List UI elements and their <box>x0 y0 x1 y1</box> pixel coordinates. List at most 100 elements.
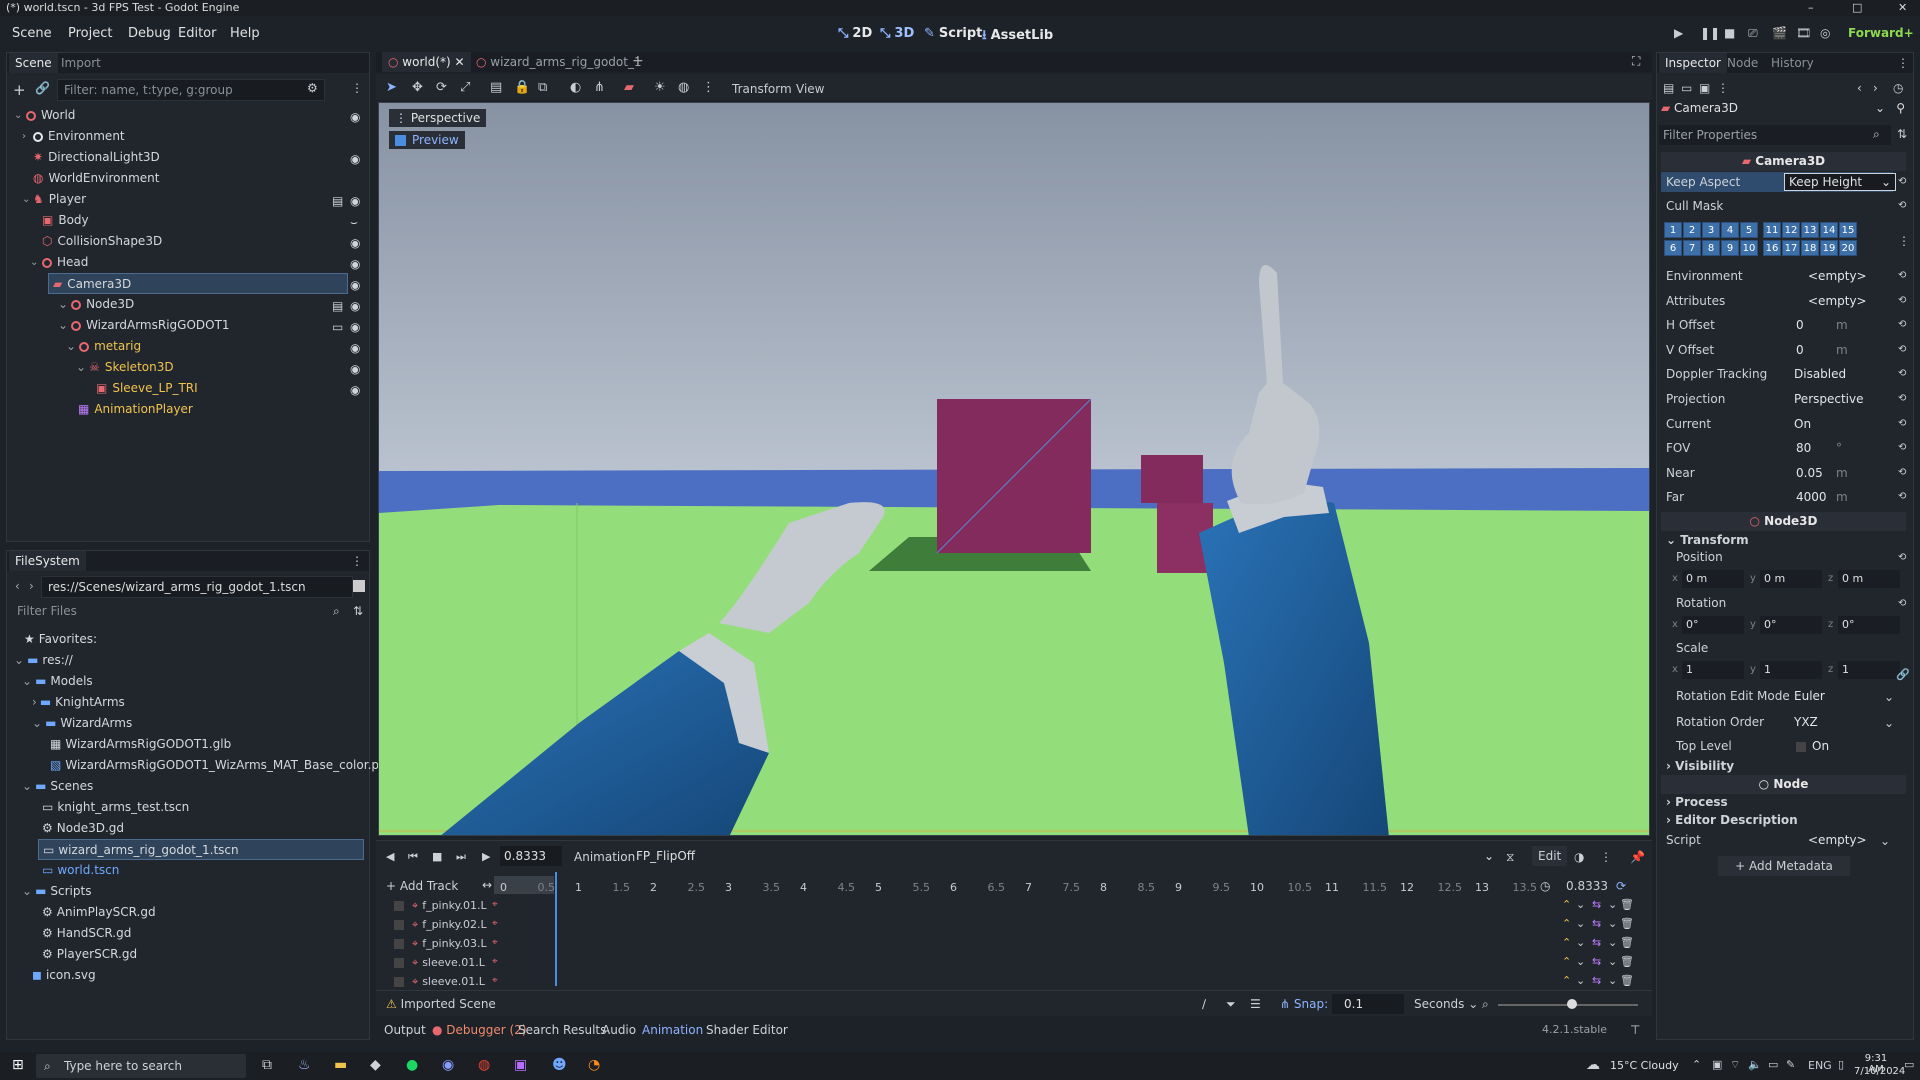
animation-time-field[interactable]: 0.8333 <box>500 846 562 866</box>
cull-mask-layer[interactable]: 20 <box>1839 240 1857 256</box>
play-icon[interactable]: ▶ <box>1674 26 1683 40</box>
revert-icon[interactable]: ⟲ <box>1898 344 1906 355</box>
chevron-down-icon[interactable]: ⌄ <box>58 297 68 311</box>
revert-icon[interactable]: ⟲ <box>1898 442 1906 453</box>
close-window-button[interactable]: ✕ <box>1898 0 1907 16</box>
cull-mask-layer[interactable]: 15 <box>1839 222 1857 238</box>
fs-res-root[interactable]: ⌄ ▬ res:// <box>14 650 73 671</box>
transform-field[interactable]: 0° <box>1838 616 1900 634</box>
filesystem-menu-icon[interactable]: ⋮ <box>351 554 363 568</box>
play-animation-icon[interactable]: ▶ <box>482 850 490 863</box>
chevron-down-icon[interactable]: ⌄ <box>22 779 32 793</box>
delete-icon[interactable]: 🗑 <box>1620 955 1634 968</box>
phone-icon[interactable]: ▯ <box>1838 1058 1844 1071</box>
cull-mask-layer[interactable]: 2 <box>1683 222 1701 238</box>
scale-tool-icon[interactable]: ⤢ <box>460 80 470 95</box>
onion-skin-icon[interactable]: ◑ <box>1574 850 1584 864</box>
filter-properties-input[interactable]: Filter Properties <box>1659 125 1891 145</box>
link-scale-icon[interactable]: 🔗 <box>1896 668 1910 681</box>
chevron-down-icon[interactable]: ⌄ <box>1884 716 1894 730</box>
movie-icon[interactable]: ◎ <box>1820 26 1830 40</box>
chevron-down-icon[interactable]: ⌄ <box>32 716 42 730</box>
transform-field[interactable]: 1 <box>1760 661 1822 679</box>
fs-folder-scenes[interactable]: ⌄ ▬ Scenes <box>22 776 93 797</box>
sun-icon[interactable]: ☀ <box>654 80 666 95</box>
cull-mask-layer[interactable]: 7 <box>1683 240 1701 256</box>
transform-field[interactable]: 0 m <box>1838 570 1900 588</box>
cull-mask-layer[interactable]: 9 <box>1721 240 1739 256</box>
chevron-down-icon[interactable]: ⌄ <box>30 257 38 268</box>
process-section[interactable]: › Process <box>1666 792 1896 812</box>
track-checkbox[interactable] <box>394 901 404 911</box>
keyframe-icon[interactable]: ⌖ <box>492 937 498 948</box>
loop-wrap-icon[interactable]: ⇆ <box>1592 898 1601 911</box>
chevron-down-icon[interactable]: ⌄ <box>1608 974 1617 987</box>
blender-icon[interactable]: ◔ <box>588 1057 600 1073</box>
visibility-eye-icon[interactable]: ◉ <box>350 194 360 208</box>
tree-node-directional-light[interactable]: ✷ DirectionalLight3D <box>33 147 160 168</box>
tree-node-sleeve[interactable]: ▣ Sleeve_LP_TRI <box>96 378 198 399</box>
renderer-select[interactable]: Forward+ <box>1848 26 1914 40</box>
lock-icon[interactable]: 🔒 <box>514 80 530 95</box>
chevron-down-icon[interactable]: ⌄ <box>1608 917 1617 930</box>
tree-node-collision[interactable]: ⬡ CollisionShape3D <box>42 231 162 252</box>
history-back-icon[interactable]: ‹ <box>1857 81 1862 95</box>
transform-field[interactable]: 1 <box>1838 661 1900 679</box>
search-icon[interactable]: ⌕ <box>333 604 340 619</box>
fs-folder-scripts[interactable]: ⌄ ▬ Scripts <box>22 881 91 902</box>
bottom-tab-shader[interactable]: Shader Editor <box>706 1023 788 1037</box>
visibility-eye-icon[interactable]: ◉ <box>350 110 360 124</box>
snap-toggle[interactable]: ⋔ Snap: <box>1280 997 1328 1011</box>
visibility-eye-icon[interactable]: ◉ <box>350 236 360 250</box>
chevron-down-icon[interactable]: ⌄ <box>1884 690 1894 704</box>
pause-icon[interactable]: ❚❚ <box>1700 26 1720 40</box>
snap-field[interactable]: 0.1 <box>1332 994 1404 1014</box>
fs-favorites[interactable]: ★ Favorites: <box>24 629 97 650</box>
animation-select[interactable]: FP_FlipOff ⌄ <box>630 846 1500 866</box>
visibility-section[interactable]: › Visibility <box>1666 756 1896 776</box>
script-attached-icon[interactable]: ▤ <box>332 299 343 313</box>
rotate-tool-icon[interactable]: ⟳ <box>436 80 447 95</box>
revert-icon[interactable]: ⟲ <box>1898 491 1906 502</box>
steam-icon[interactable]: ♨ <box>298 1057 311 1073</box>
chevron-down-icon[interactable]: ⌄ <box>1880 834 1890 848</box>
tray-chevron-icon[interactable]: ⌃ <box>1692 1058 1701 1071</box>
fs-folder-wizardarms[interactable]: ⌄ ▬ WizardArms <box>32 713 132 734</box>
back-icon[interactable]: ‹ <box>15 579 20 593</box>
rotation-order-select[interactable]: YXZ <box>1794 712 1818 732</box>
search-icon[interactable]: ⌕ <box>1873 127 1880 142</box>
play-backwards-icon[interactable]: ◀ <box>386 850 394 863</box>
volume-icon[interactable]: 🔈 <box>1748 1058 1762 1071</box>
animation-button[interactable]: Animation <box>574 850 635 864</box>
interp-icon[interactable]: ⌃ <box>1562 917 1571 930</box>
local-space-icon[interactable]: ◐ <box>570 80 581 95</box>
checkbox-icon[interactable] <box>395 135 406 146</box>
prop-value[interactable]: 4000 <box>1796 487 1827 507</box>
weather-label[interactable]: 15°C Cloudy <box>1610 1059 1679 1072</box>
visibility-eye-icon[interactable]: ◉ <box>350 257 360 271</box>
scene-filter-input[interactable]: Filter: name, t:type, g:group <box>57 79 325 101</box>
transform-menu[interactable]: Transform <box>732 82 792 96</box>
bezier-icon[interactable]: ∕ <box>1202 997 1206 1011</box>
bottom-tab-debugger[interactable]: ● Debugger (2) <box>432 1023 527 1037</box>
object-menu-icon[interactable]: ⚲ <box>1896 101 1905 115</box>
keep-aspect-select[interactable]: Keep Height ⌄ <box>1784 173 1896 191</box>
tree-node-environment[interactable]: Environment <box>33 126 125 147</box>
tab-world[interactable]: ○ world(*) ✕ <box>382 52 471 72</box>
perspective-menu[interactable]: ⋮ Perspective <box>389 109 487 127</box>
revert-icon[interactable]: ⟲ <box>1898 319 1906 330</box>
track-checkbox[interactable] <box>394 920 404 930</box>
menu-editor[interactable]: Editor <box>178 26 216 41</box>
fs-file-world[interactable]: ▭ world.tscn <box>42 860 119 881</box>
clock-date[interactable]: 7/10/2024 <box>1854 1066 1905 1077</box>
fs-file-glb[interactable]: ▦ WizardArmsRigGODOT1.glb <box>50 734 231 755</box>
task-view-icon[interactable]: ⧉ <box>262 1057 272 1073</box>
chevron-down-icon[interactable]: ⌄ <box>58 318 68 332</box>
sort-icon[interactable]: ⇅ <box>353 604 363 618</box>
visibility-eye-icon[interactable]: ◉ <box>350 383 360 397</box>
tree-node-body[interactable]: ▣ Body <box>42 210 89 231</box>
tree-node-camera3d[interactable]: ▰ Camera3D <box>48 273 348 294</box>
animation-track-row[interactable]: ⌖ sleeve.01.L <box>392 953 485 972</box>
remote-debug-icon[interactable]: ⎚ <box>1748 26 1758 41</box>
revert-icon[interactable]: ⟲ <box>1898 368 1906 379</box>
